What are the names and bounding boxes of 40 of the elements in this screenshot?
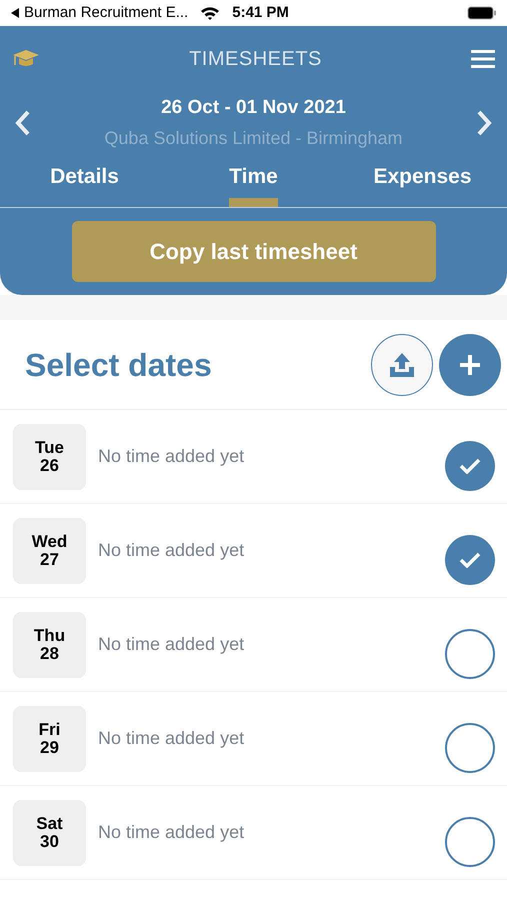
graduation-cap-icon[interactable] [12, 49, 40, 69]
weekday: Wed [32, 532, 68, 550]
upload-icon [388, 350, 416, 378]
day-number: 29 [40, 738, 59, 756]
weekday: Fri [38, 720, 60, 738]
time-status: No time added yet [98, 821, 244, 844]
weekday: Tue [35, 438, 64, 456]
date-card[interactable]: Tue 26 [13, 424, 86, 490]
weekday: Thu [34, 626, 66, 644]
company-name: Quba Solutions Limited - Birmingham [104, 126, 403, 150]
battery-icon [467, 6, 497, 20]
tab[interactable]: Details [50, 160, 119, 207]
time-status: No time added yet [98, 633, 244, 656]
checkmark-icon [459, 552, 481, 568]
page-title: TIMESHEETS [188, 47, 323, 72]
date-range: 26 Oct - 01 Nov 2021 [161, 96, 346, 120]
date-card[interactable]: Sat 30 [13, 800, 86, 866]
date-card[interactable]: Thu 28 [13, 612, 86, 678]
tab[interactable]: Expenses [373, 160, 472, 207]
plus-icon [458, 352, 482, 376]
day-number: 27 [40, 550, 59, 568]
day-number: 26 [40, 456, 59, 474]
time-status: No time added yet [98, 539, 244, 562]
time-status: No time added yet [98, 445, 244, 468]
menu-icon[interactable] [471, 49, 495, 69]
back-icon[interactable] [10, 7, 20, 19]
chevron-right-icon[interactable] [475, 109, 493, 137]
weekday: Sat [36, 814, 63, 832]
status-time: 5:41 PM [232, 2, 289, 23]
back-app-link[interactable]: Burman Recruitment E... [24, 2, 188, 24]
checkmark-icon [459, 458, 481, 474]
section-title: Select dates [25, 346, 212, 384]
date-card[interactable]: Fri 29 [13, 706, 86, 772]
time-status: No time added yet [98, 727, 244, 750]
wifi-icon [200, 6, 220, 20]
day-number: 28 [40, 644, 59, 662]
tab[interactable]: Time [229, 160, 278, 207]
date-card[interactable]: Wed 27 [13, 518, 86, 584]
chevron-left-icon[interactable] [14, 109, 32, 137]
day-number: 30 [40, 832, 59, 850]
